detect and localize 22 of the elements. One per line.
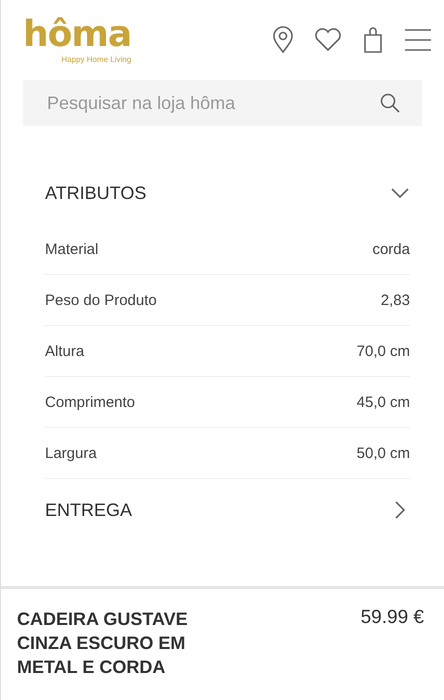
heart-icon[interactable] xyxy=(314,28,342,52)
attribute-value: 50,0 cm xyxy=(356,444,410,462)
location-pin-icon[interactable] xyxy=(272,26,294,54)
attribute-value: corda xyxy=(372,240,410,258)
logo-tagline: Happy Home Living xyxy=(61,54,132,64)
attribute-value: 70,0 cm xyxy=(356,342,410,360)
attribute-label: Altura xyxy=(45,342,84,360)
attribute-label: Material xyxy=(45,240,98,258)
product-price: 59.99 € xyxy=(360,607,424,630)
accordion-header[interactable]: ENTREGA xyxy=(45,479,410,541)
search-icon[interactable] xyxy=(380,93,400,113)
accordion-header[interactable]: ATRIBUTOS xyxy=(45,162,410,224)
attribute-label: Largura xyxy=(45,444,97,462)
attribute-value: 2,83 xyxy=(380,292,410,308)
shopping-bag-icon[interactable] xyxy=(362,27,384,53)
logo-text: hôma xyxy=(23,16,132,52)
attribute-value: 45,0 cm xyxy=(356,394,410,410)
attribute-label: Comprimento xyxy=(45,394,136,410)
attribute-label: Peso do Produto xyxy=(45,292,157,308)
product-name: CADEIRA GUSTAVE CINZA ESCURO EM METAL E CORDA xyxy=(17,608,189,679)
menu-icon[interactable] xyxy=(404,28,432,52)
search-field[interactable]: Pesquisar na loja hôma xyxy=(23,80,422,126)
